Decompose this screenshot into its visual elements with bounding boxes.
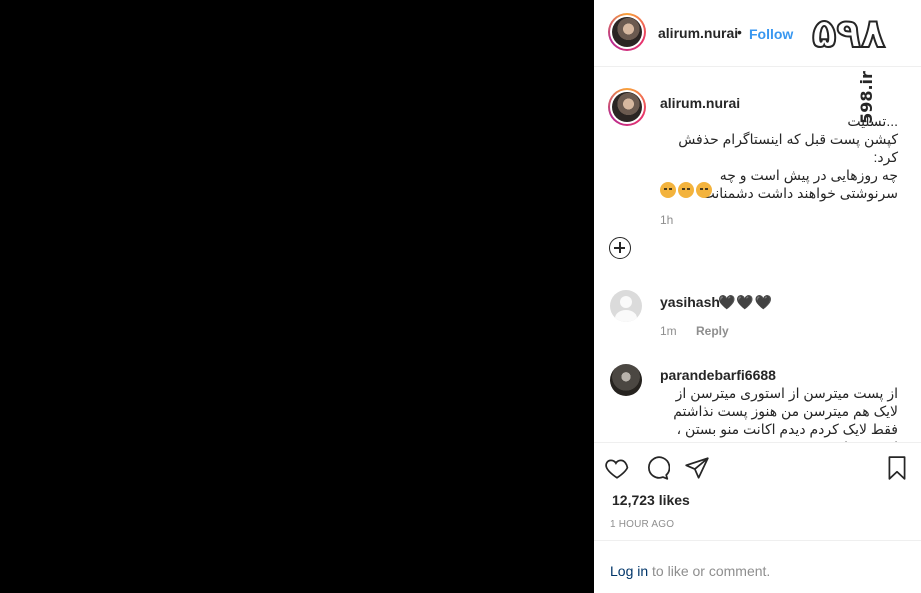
comment-icon[interactable] bbox=[644, 455, 670, 481]
author-username[interactable]: alirum.nurai bbox=[658, 25, 738, 41]
comment-meta: 1m Reply bbox=[660, 324, 729, 338]
header-separator: • bbox=[737, 24, 742, 40]
login-prompt: Log in to like or comment. bbox=[594, 540, 921, 593]
post-actions: 12,723 likes 1 HOUR AGO bbox=[594, 442, 921, 542]
likes-count[interactable]: 12,723 likes bbox=[612, 492, 690, 508]
comment-text: 🖤🖤🖤 bbox=[718, 294, 774, 310]
login-link[interactable]: Log in bbox=[610, 563, 648, 579]
sad-face-emoji bbox=[678, 182, 694, 198]
comment-username[interactable]: parandebarfi6688 bbox=[660, 367, 776, 383]
load-more-comments-icon[interactable] bbox=[609, 237, 631, 259]
login-prompt-text: to like or comment. bbox=[648, 563, 771, 579]
heart-icon[interactable] bbox=[604, 455, 630, 481]
post-timestamp[interactable]: 1 HOUR AGO bbox=[610, 519, 674, 530]
post-media[interactable] bbox=[0, 0, 594, 593]
watermark-logo-text: ۵۹۸ bbox=[811, 11, 888, 57]
caption-author-avatar[interactable] bbox=[608, 88, 646, 126]
post-side-panel: alirum.nurai • Follow ۵۹۸ 598.ir alirum.… bbox=[594, 0, 921, 593]
comments-list[interactable]: alirum.nurai ...تسلیت کپشن پست قبل که ای… bbox=[594, 68, 921, 442]
bookmark-icon[interactable] bbox=[884, 455, 910, 481]
comment-username[interactable]: yasihash bbox=[660, 294, 720, 310]
caption-emojis bbox=[660, 182, 714, 200]
commenter-avatar[interactable] bbox=[610, 364, 642, 396]
sad-face-emoji bbox=[660, 182, 676, 198]
author-avatar[interactable] bbox=[608, 13, 646, 51]
sad-face-emoji bbox=[696, 182, 712, 198]
post-header: alirum.nurai • Follow ۵۹۸ bbox=[594, 0, 921, 67]
share-icon[interactable] bbox=[684, 455, 710, 481]
comment-timestamp[interactable]: 1m bbox=[660, 324, 677, 338]
caption-username[interactable]: alirum.nurai bbox=[660, 95, 740, 111]
caption-timestamp[interactable]: 1h bbox=[660, 213, 673, 227]
site-logo-watermark: ۵۹۸ bbox=[811, 11, 916, 62]
follow-button[interactable]: Follow bbox=[749, 26, 793, 42]
commenter-avatar[interactable] bbox=[610, 290, 642, 322]
comment-text: از پست میترسن از استوری میترسن از لایک ه… bbox=[673, 385, 898, 442]
comment-content: parandebarfi6688 از پست میترسن از استوری… bbox=[660, 366, 898, 442]
reply-button[interactable]: Reply bbox=[696, 324, 729, 338]
